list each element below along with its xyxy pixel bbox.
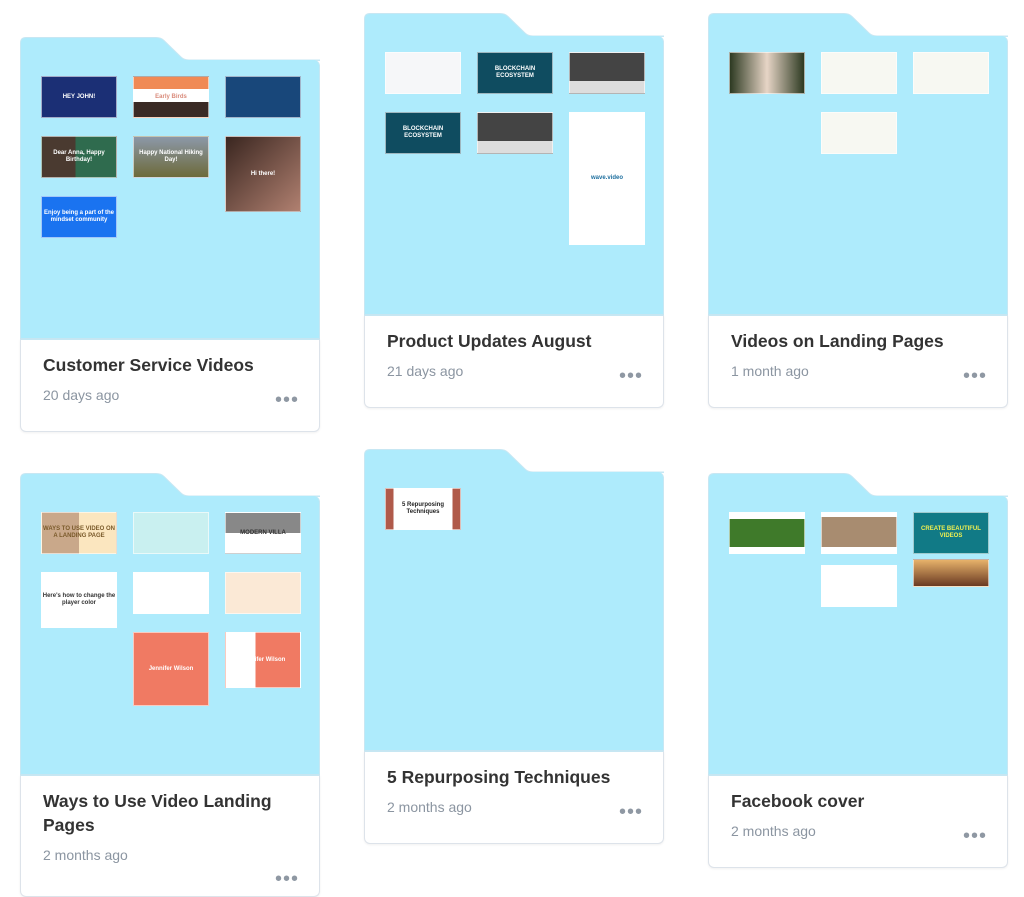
more-horizontal-icon[interactable]: ••• [963, 825, 987, 847]
video-thumbnail[interactable] [821, 52, 897, 94]
folder-tab-icon [20, 473, 320, 497]
video-thumbnail[interactable]: Jennifer Wilson [133, 632, 209, 706]
folder-info: Videos on Landing Pages 1 month ago ••• [708, 315, 1008, 408]
folder-info: Ways to Use Video Landing Pages 2 months… [20, 775, 320, 897]
folder-card[interactable]: BLOCKCHAIN ECOSYSTEM BLOCKCHAIN ECOSYSTEM… [364, 13, 664, 408]
video-thumbnail[interactable]: Here's how to change the player color [41, 572, 117, 628]
folder-preview[interactable]: 5 Repurposing Techniques [364, 472, 664, 751]
video-thumbnail[interactable] [913, 559, 989, 587]
folder-info: Customer Service Videos 20 days ago ••• [20, 339, 320, 432]
folder-card[interactable]: WAYS TO USE VIDEO ON A LANDING PAGE MODER… [20, 473, 320, 897]
video-thumbnail[interactable] [821, 512, 897, 554]
folder-date: 2 months ago [387, 799, 472, 815]
folder-title[interactable]: Facebook cover [731, 776, 985, 813]
video-thumbnail[interactable] [821, 565, 897, 607]
folder-date: 1 month ago [731, 363, 809, 379]
folder-title[interactable]: 5 Repurposing Techniques [387, 752, 641, 789]
more-horizontal-icon[interactable]: ••• [619, 365, 643, 387]
video-thumbnail[interactable] [385, 52, 461, 94]
folder-info: 5 Repurposing Techniques 2 months ago ••… [364, 751, 664, 844]
more-options-button[interactable]: ••• [275, 869, 299, 889]
folder-preview[interactable]: CREATE BEAUTIFUL VIDEOS [708, 496, 1008, 775]
video-thumbnail[interactable] [225, 572, 301, 614]
video-thumbnail[interactable]: Dear Anna, Happy Birthday! [41, 136, 117, 178]
folder-tab-icon [708, 473, 1008, 497]
video-thumbnail[interactable] [477, 112, 553, 154]
folder-title[interactable]: Product Updates August [387, 316, 641, 353]
video-thumbnail[interactable] [133, 572, 209, 614]
folder-card[interactable]: 5 Repurposing Techniques 5 Repurposing T… [364, 449, 664, 844]
folder-card[interactable]: Videos on Landing Pages 1 month ago ••• [708, 13, 1008, 408]
more-options-button[interactable]: ••• [619, 366, 643, 386]
video-thumbnail[interactable]: HEY JOHN! [41, 76, 117, 118]
video-thumbnail[interactable] [729, 52, 805, 94]
video-thumbnail[interactable] [133, 512, 209, 554]
video-thumbnail[interactable]: Jennifer Wilson [225, 632, 301, 688]
video-thumbnail[interactable] [569, 52, 645, 94]
folder-tab-icon [20, 37, 320, 61]
more-options-button[interactable]: ••• [275, 390, 299, 410]
more-options-button[interactable]: ••• [963, 826, 987, 846]
video-thumbnail[interactable]: WAYS TO USE VIDEO ON A LANDING PAGE [41, 512, 117, 554]
video-thumbnail[interactable] [821, 112, 897, 154]
video-thumbnail[interactable]: BLOCKCHAIN ECOSYSTEM [477, 52, 553, 94]
folder-card[interactable]: HEY JOHN! Early Birds Dear Anna, Happy Bir… [20, 37, 320, 432]
video-thumbnail[interactable]: Happy National Hiking Day! [133, 136, 209, 178]
more-horizontal-icon[interactable]: ••• [275, 868, 299, 890]
folder-tab-icon [708, 13, 1008, 37]
folder-card[interactable]: CREATE BEAUTIFUL VIDEOS Facebook cover 2… [708, 473, 1008, 868]
more-horizontal-icon[interactable]: ••• [963, 365, 987, 387]
video-thumbnail[interactable] [729, 512, 805, 554]
folder-info: Product Updates August 21 days ago ••• [364, 315, 664, 408]
video-thumbnail[interactable] [913, 52, 989, 94]
more-options-button[interactable]: ••• [963, 366, 987, 386]
video-thumbnail[interactable]: BLOCKCHAIN ECOSYSTEM [385, 112, 461, 154]
folder-title[interactable]: Videos on Landing Pages [731, 316, 985, 353]
video-thumbnail[interactable]: Early Birds [133, 76, 209, 118]
video-thumbnail[interactable]: Hi there! [225, 136, 301, 212]
folder-tab-icon [364, 449, 664, 473]
more-horizontal-icon[interactable]: ••• [619, 801, 643, 823]
folder-preview[interactable] [708, 36, 1008, 315]
video-thumbnail[interactable]: 5 Repurposing Techniques [385, 488, 461, 530]
folder-date: 21 days ago [387, 363, 464, 379]
folder-preview[interactable]: WAYS TO USE VIDEO ON A LANDING PAGE MODER… [20, 496, 320, 775]
folder-title[interactable]: Customer Service Videos [43, 340, 297, 377]
video-thumbnail[interactable]: Enjoy being a part of the mindset commun… [41, 196, 117, 238]
more-horizontal-icon[interactable]: ••• [275, 389, 299, 411]
folder-date: 20 days ago [43, 387, 120, 403]
folder-title[interactable]: Ways to Use Video Landing Pages [43, 776, 297, 837]
video-thumbnail[interactable]: MODERN VILLA [225, 512, 301, 554]
folder-date: 2 months ago [731, 823, 816, 839]
video-thumbnail[interactable]: wave.video [569, 112, 645, 245]
folder-tab-icon [364, 13, 664, 37]
folder-info: Facebook cover 2 months ago ••• [708, 775, 1008, 868]
video-thumbnail[interactable] [225, 76, 301, 118]
folder-date: 2 months ago [43, 847, 128, 863]
folder-preview[interactable]: HEY JOHN! Early Birds Dear Anna, Happy Bir… [20, 60, 320, 339]
video-thumbnail[interactable]: CREATE BEAUTIFUL VIDEOS [913, 512, 989, 554]
folder-preview[interactable]: BLOCKCHAIN ECOSYSTEM BLOCKCHAIN ECOSYSTEM… [364, 36, 664, 315]
more-options-button[interactable]: ••• [619, 802, 643, 822]
